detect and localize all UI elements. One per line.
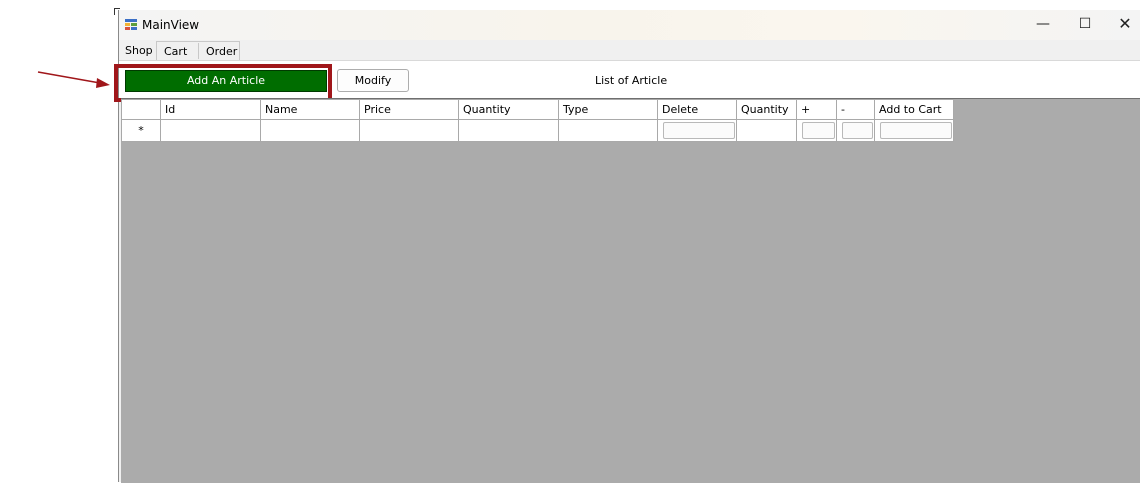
increment-button[interactable]: [802, 122, 835, 139]
tab-order[interactable]: Order: [203, 43, 240, 60]
tab-strip: [119, 40, 1140, 60]
new-row-marker[interactable]: *: [121, 119, 161, 142]
title-bar: MainView — ☐ ✕: [119, 10, 1140, 40]
column-header-id[interactable]: Id: [160, 99, 261, 120]
list-title: List of Article: [595, 74, 668, 87]
column-header-plus[interactable]: +: [796, 99, 837, 120]
column-header-add-to-cart[interactable]: Add to Cart: [874, 99, 954, 120]
close-button[interactable]: ✕: [1105, 13, 1140, 35]
add-to-cart-button[interactable]: [880, 122, 952, 139]
header-row: Id Name Price Quantity Type Delete Quant…: [121, 99, 954, 120]
cell-minus: [836, 119, 875, 142]
cell-name[interactable]: [260, 119, 360, 142]
cell-quantity[interactable]: [458, 119, 559, 142]
row-header-corner: [121, 99, 161, 120]
column-header-cart-quantity[interactable]: Quantity: [736, 99, 797, 120]
cell-add-to-cart: [874, 119, 954, 142]
cell-type[interactable]: [558, 119, 658, 142]
column-header-type[interactable]: Type: [558, 99, 658, 120]
new-row: *: [121, 119, 954, 142]
cell-delete: [657, 119, 737, 142]
maximize-button[interactable]: ☐: [1065, 13, 1105, 35]
decrement-button[interactable]: [842, 122, 873, 139]
window-title: MainView: [142, 18, 200, 32]
modify-button[interactable]: Modify: [337, 69, 409, 92]
column-header-delete[interactable]: Delete: [657, 99, 737, 120]
main-window: MainView — ☐ ✕ Shop Cart Order Add An Ar…: [114, 10, 1140, 483]
tab-shop[interactable]: Shop: [122, 42, 156, 59]
cell-plus: [796, 119, 837, 142]
column-header-name[interactable]: Name: [260, 99, 360, 120]
cell-cart-quantity[interactable]: [736, 119, 797, 142]
article-table: Id Name Price Quantity Type Delete Quant…: [121, 99, 954, 142]
tab-separator: [198, 43, 199, 59]
app-icon: [125, 19, 137, 30]
add-article-button[interactable]: Add An Article: [125, 70, 327, 92]
delete-row-button[interactable]: [663, 122, 735, 139]
cell-price[interactable]: [359, 119, 459, 142]
minimize-button[interactable]: —: [1023, 13, 1063, 35]
cell-id[interactable]: [160, 119, 261, 142]
column-header-quantity[interactable]: Quantity: [458, 99, 559, 120]
article-grid: Id Name Price Quantity Type Delete Quant…: [121, 98, 1140, 483]
column-header-price[interactable]: Price: [359, 99, 459, 120]
column-header-minus[interactable]: -: [836, 99, 875, 120]
tab-cart[interactable]: Cart: [161, 43, 190, 60]
